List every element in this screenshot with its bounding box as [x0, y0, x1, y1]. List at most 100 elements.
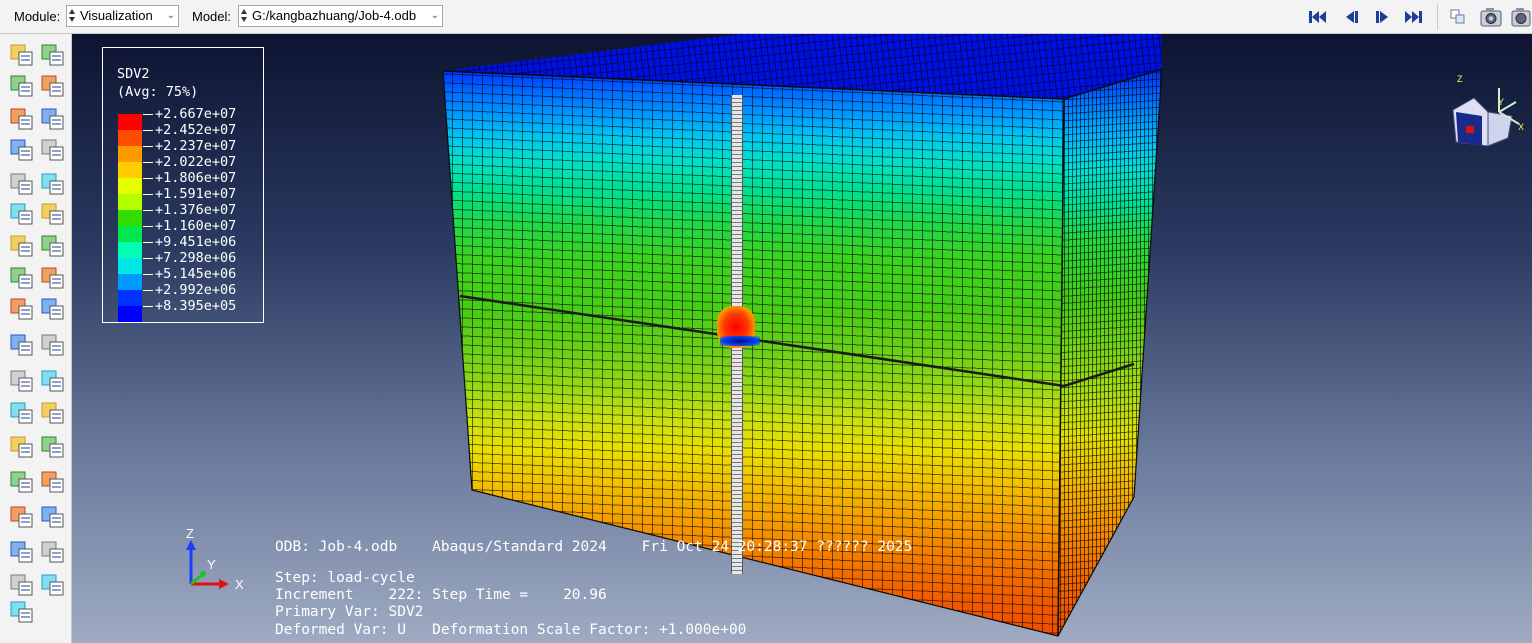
- contour-options-tool[interactable]: [40, 106, 68, 134]
- stream-tool[interactable]: [9, 469, 37, 497]
- display-group-tool[interactable]: [9, 400, 37, 428]
- legend-tick: [143, 146, 153, 147]
- legend-swatch: [118, 194, 142, 210]
- layout-button[interactable]: [1447, 7, 1469, 27]
- tool-extra-icon: [10, 601, 33, 623]
- query-tool[interactable]: [9, 42, 37, 70]
- symbol-options-tool[interactable]: [40, 137, 68, 165]
- last-frame-button[interactable]: [1402, 7, 1424, 27]
- display-group-icon: [10, 402, 33, 424]
- tool-extra-tool[interactable]: [9, 599, 37, 627]
- legend-tick: [143, 242, 153, 243]
- first-frame-icon: [1309, 11, 1326, 23]
- stream-manager-tool[interactable]: [40, 469, 68, 497]
- section-points-tool[interactable]: [9, 504, 37, 532]
- legend-subtitle: (Avg: 75%): [117, 84, 199, 100]
- xy-data-manager-tool[interactable]: [40, 332, 68, 360]
- legend-value: +1.806e+07: [155, 170, 237, 186]
- allow-multiple-tool[interactable]: [40, 201, 68, 229]
- free-body-icon: [10, 436, 33, 458]
- superimpose-tool[interactable]: [9, 201, 37, 229]
- contour-legend: SDV2 (Avg: 75%) +2.667e+07 +2.452e+07 +2.2…: [102, 47, 264, 323]
- legend-value: +7.298e+06: [155, 250, 237, 266]
- xy-data-icon: [10, 334, 33, 356]
- display-group-manager-tool[interactable]: [40, 400, 68, 428]
- model-label: Model:: [192, 9, 232, 24]
- view-cut-manager-tool[interactable]: [40, 296, 68, 324]
- legend-value: +2.237e+07: [155, 138, 237, 154]
- animate-scale-tool[interactable]: [40, 233, 68, 261]
- xy-plot-tool[interactable]: [40, 368, 68, 396]
- legend-tick: [143, 290, 153, 291]
- symbol-plot-tool[interactable]: [9, 137, 37, 165]
- legend-swatch: [118, 210, 142, 226]
- animate-time-icon: [10, 235, 33, 257]
- legend-value: +9.451e+06: [155, 234, 237, 250]
- animate-time-tool[interactable]: [9, 233, 37, 261]
- overlay-tool[interactable]: [9, 539, 37, 567]
- orientation-options-tool[interactable]: [40, 171, 68, 199]
- report-tool[interactable]: [9, 572, 37, 600]
- view-cut-icon: [10, 298, 33, 320]
- previous-frame-icon: [1346, 11, 1358, 23]
- legend-tick: [143, 114, 153, 115]
- deformed-shape-icon: [10, 75, 33, 97]
- axis-x-label: X: [235, 577, 244, 592]
- next-frame-icon: [1376, 11, 1388, 23]
- probe-tool[interactable]: [40, 42, 68, 70]
- path-icon: [10, 370, 33, 392]
- module-combo[interactable]: Visualization ⌄: [66, 5, 179, 27]
- layout-icon: [1450, 9, 1465, 24]
- camera-button[interactable]: [1479, 6, 1503, 28]
- undeformed-shape-tool[interactable]: [40, 73, 68, 101]
- xy-data-manager-icon: [41, 334, 64, 356]
- previous-frame-button[interactable]: [1340, 7, 1362, 27]
- camera-settings-icon: [1511, 8, 1531, 27]
- free-body-manager-tool[interactable]: [40, 434, 68, 462]
- contour-plot-tool[interactable]: [9, 106, 37, 134]
- model-combo[interactable]: G:/kangbazhuang/Job-4.odb ⌄: [238, 5, 443, 27]
- step-info: Step: load-cycle: [275, 570, 415, 586]
- legend-swatch: [118, 178, 142, 194]
- camera-settings-button[interactable]: [1510, 6, 1532, 28]
- module-label: Module:: [14, 9, 61, 24]
- material-orientation-icon: [10, 173, 33, 195]
- free-body-tool[interactable]: [9, 434, 37, 462]
- material-orientation-tool[interactable]: [9, 171, 37, 199]
- first-frame-button[interactable]: [1307, 7, 1329, 27]
- path-tool[interactable]: [9, 368, 37, 396]
- view-cut-tool[interactable]: [9, 296, 37, 324]
- last-frame-icon: [1405, 11, 1422, 23]
- animate-harmonic-tool[interactable]: [9, 265, 37, 293]
- chevron-down-icon: ⌄: [430, 10, 439, 21]
- stream-icon: [10, 471, 33, 493]
- deformed-shape-tool[interactable]: [9, 73, 37, 101]
- axis-z-label: Z: [186, 526, 194, 541]
- model-value: G:/kangbazhuang/Job-4.odb: [252, 8, 417, 23]
- spin-icon: [241, 9, 248, 23]
- global-triad: Z Y X: [186, 526, 244, 592]
- next-frame-button[interactable]: [1372, 7, 1394, 27]
- contour-options-icon: [41, 108, 64, 130]
- view-cube[interactable]: Z Y X: [1442, 72, 1528, 158]
- legend-tick: [143, 306, 153, 307]
- xy-data-tool[interactable]: [9, 332, 37, 360]
- animation-options-tool[interactable]: [40, 265, 68, 293]
- viewport[interactable]: SDV2 (Avg: 75%) +2.667e+07 +2.452e+07 +2.2…: [72, 34, 1532, 643]
- report-manager-tool[interactable]: [40, 572, 68, 600]
- symbol-plot-icon: [10, 139, 33, 161]
- section-manager-tool[interactable]: [40, 504, 68, 532]
- legend-swatch: [118, 226, 142, 242]
- deformed-var-info: Deformed Var: U Deformation Scale Factor…: [275, 622, 747, 638]
- legend-tick: [143, 258, 153, 259]
- camera-icon: [1480, 8, 1502, 27]
- legend-swatch: [118, 114, 142, 130]
- report-manager-icon: [41, 574, 64, 596]
- section-manager-icon: [41, 506, 64, 528]
- overlay-manager-tool[interactable]: [40, 539, 68, 567]
- legend-value: +1.591e+07: [155, 186, 237, 202]
- stream-manager-icon: [41, 471, 64, 493]
- legend-tick: [143, 210, 153, 211]
- chevron-down-icon: ⌄: [166, 10, 175, 21]
- legend-tick: [143, 226, 153, 227]
